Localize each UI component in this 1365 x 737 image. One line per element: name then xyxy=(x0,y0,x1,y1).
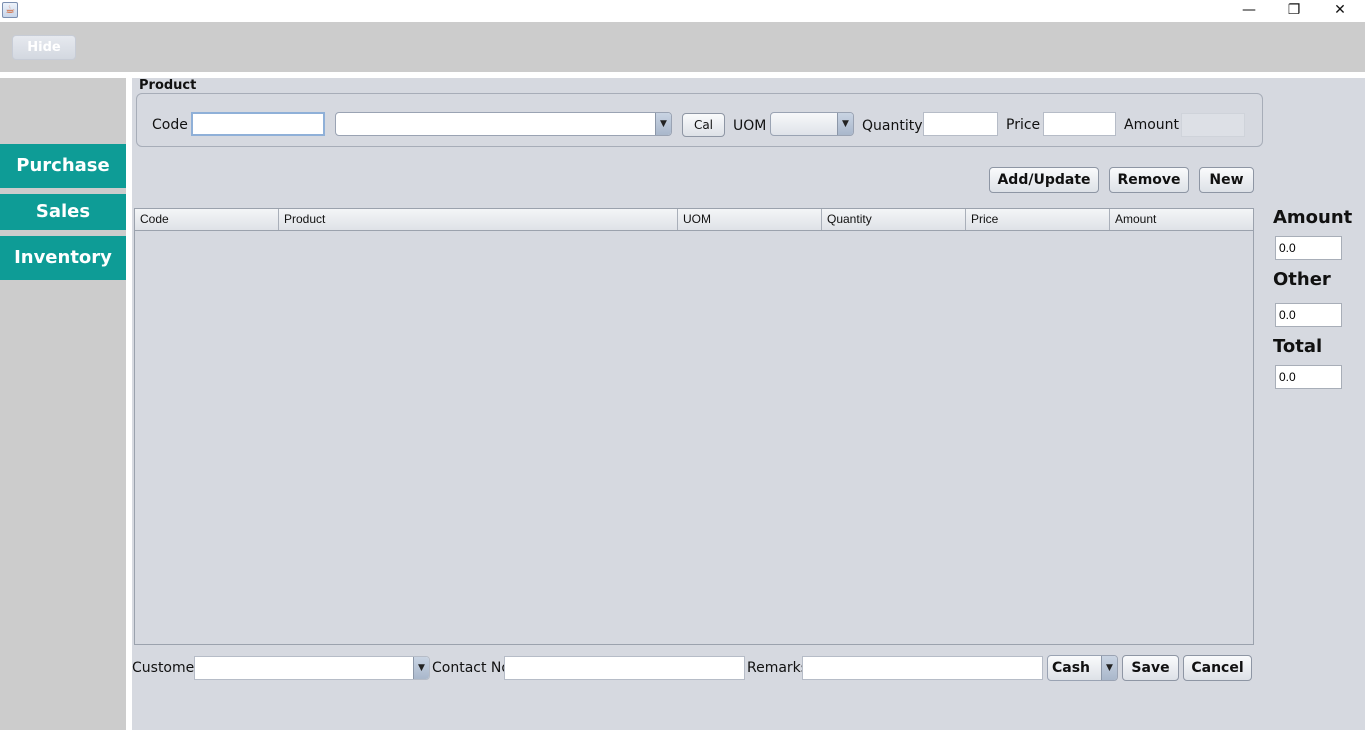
uom-label: UOM xyxy=(733,118,767,134)
main-panel: Product Code ▼ Cal UOM ▼ Quantity Price … xyxy=(132,78,1365,730)
column-header-amount[interactable]: Amount xyxy=(1110,209,1253,230)
chevron-down-icon[interactable]: ▼ xyxy=(1101,656,1117,680)
summary-other-label: Other xyxy=(1273,269,1331,290)
remarks-input[interactable] xyxy=(802,656,1043,680)
customer-combo[interactable]: ▼ xyxy=(194,656,430,680)
table-header: Code Product UOM Quantity Price Amount xyxy=(135,209,1253,231)
quantity-label: Quantity xyxy=(862,118,923,134)
summary-amount-input[interactable] xyxy=(1275,236,1342,260)
summary-amount-label: Amount xyxy=(1273,207,1353,228)
window-bottom-edge xyxy=(0,730,1365,737)
code-input[interactable] xyxy=(191,112,325,136)
sidebar: Purchase Sales Inventory xyxy=(0,78,126,730)
add-update-button[interactable]: Add/Update xyxy=(989,167,1099,193)
title-bar: ☕ — ❐ ✕ xyxy=(0,0,1365,22)
product-group-title: Product xyxy=(139,78,197,93)
chevron-down-icon[interactable]: ▼ xyxy=(655,113,671,135)
cal-button[interactable]: Cal xyxy=(682,113,725,137)
customer-label: Customer xyxy=(132,660,201,676)
save-button[interactable]: Save xyxy=(1122,655,1179,681)
uom-combo[interactable]: ▼ xyxy=(770,112,854,136)
price-input[interactable] xyxy=(1043,112,1116,136)
price-label: Price xyxy=(1006,117,1041,133)
payment-combo[interactable]: Cash ▼ xyxy=(1047,655,1118,681)
chevron-down-icon[interactable]: ▼ xyxy=(413,657,429,679)
hide-button[interactable]: Hide xyxy=(12,35,76,60)
java-cup-icon: ☕ xyxy=(2,2,18,18)
chevron-down-icon[interactable]: ▼ xyxy=(837,113,853,135)
amount-label: Amount xyxy=(1124,117,1180,133)
summary-other-input[interactable] xyxy=(1275,303,1342,327)
close-button[interactable]: ✕ xyxy=(1317,0,1363,22)
remarks-label: Remarks xyxy=(747,660,809,676)
sidebar-item-sales[interactable]: Sales xyxy=(0,194,126,230)
sidebar-item-purchase[interactable]: Purchase xyxy=(0,144,126,188)
minimize-button[interactable]: — xyxy=(1226,0,1272,22)
code-label: Code xyxy=(152,117,188,133)
new-button[interactable]: New xyxy=(1199,167,1254,193)
contact-label: Contact No xyxy=(432,660,510,676)
summary-total-input[interactable] xyxy=(1275,365,1342,389)
payment-combo-value: Cash xyxy=(1052,660,1091,676)
contact-input[interactable] xyxy=(504,656,745,680)
amount-input xyxy=(1181,113,1245,137)
restore-button[interactable]: ❐ xyxy=(1271,0,1317,22)
product-combo[interactable]: ▼ xyxy=(335,112,672,136)
quantity-input[interactable] xyxy=(923,112,998,136)
top-toolbar: Hide xyxy=(0,22,1365,72)
column-header-price[interactable]: Price xyxy=(966,209,1110,230)
remove-button[interactable]: Remove xyxy=(1109,167,1189,193)
cancel-button[interactable]: Cancel xyxy=(1183,655,1252,681)
column-header-quantity[interactable]: Quantity xyxy=(822,209,966,230)
column-header-code[interactable]: Code xyxy=(135,209,279,230)
column-header-product[interactable]: Product xyxy=(279,209,678,230)
items-table[interactable]: Code Product UOM Quantity Price Amount xyxy=(134,208,1254,645)
column-header-uom[interactable]: UOM xyxy=(678,209,822,230)
sidebar-item-inventory[interactable]: Inventory xyxy=(0,236,126,280)
summary-total-label: Total xyxy=(1273,336,1323,357)
